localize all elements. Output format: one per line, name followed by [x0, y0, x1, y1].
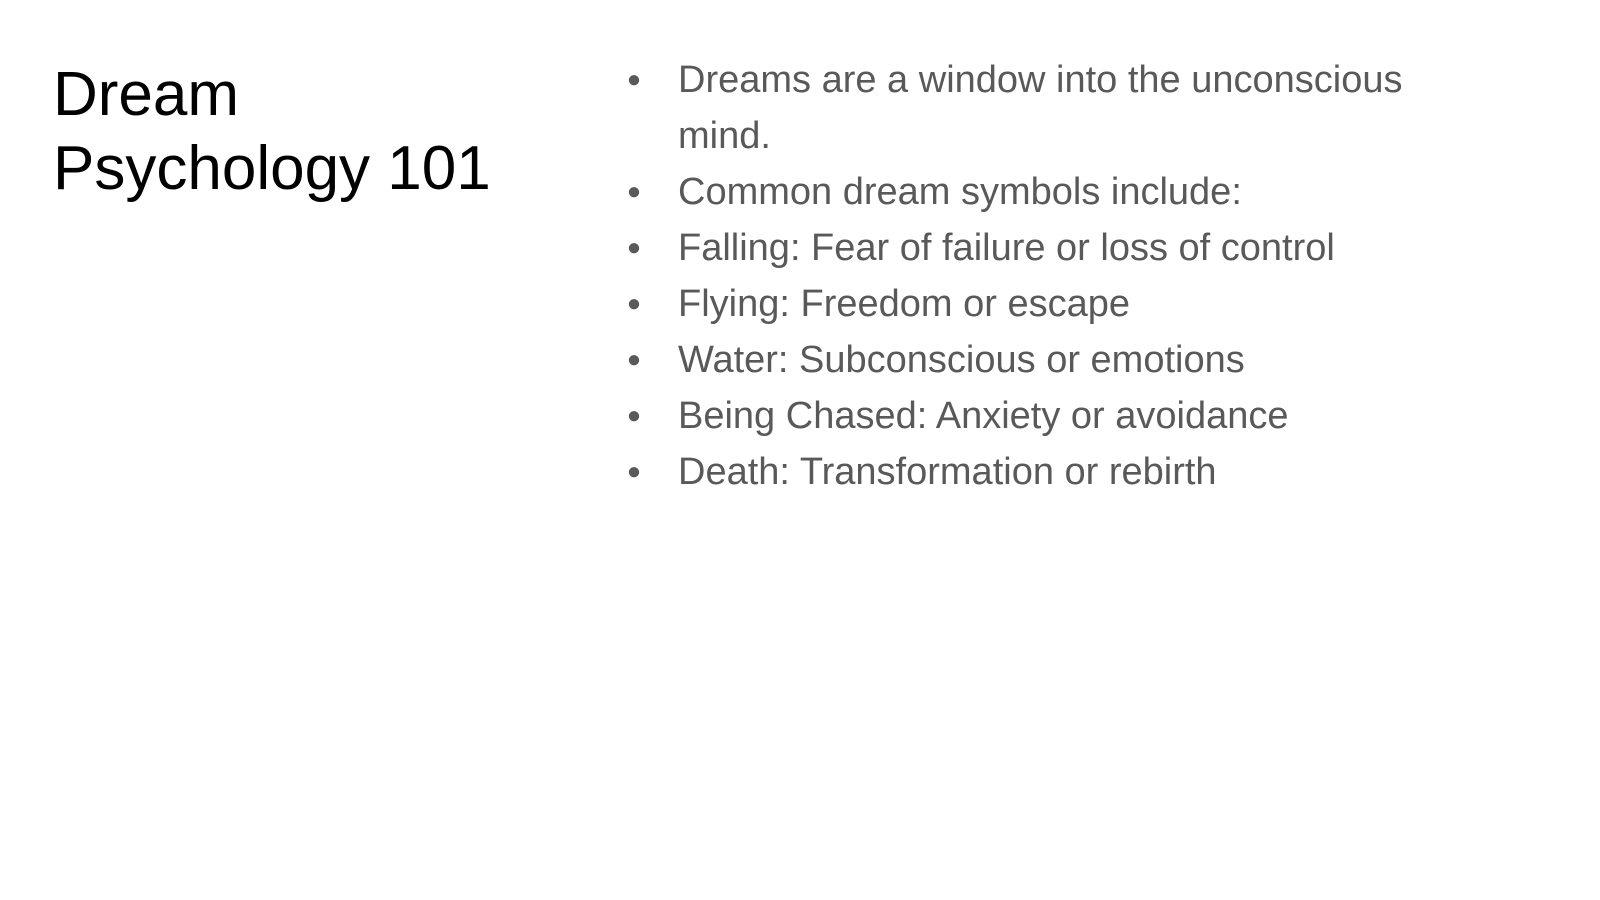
- bullet-text: Falling: Fear of failure or loss of cont…: [678, 227, 1335, 269]
- bullet-text: Dreams are a window into the unconscious…: [678, 59, 1403, 157]
- bullet-text: Flying: Freedom or escape: [678, 283, 1130, 325]
- bullet-text: Common dream symbols include:: [678, 171, 1242, 213]
- bullet-item: ● Death: Transformation or rebirth: [620, 444, 1500, 500]
- bullet-item: ● Falling: Fear of failure or loss of con…: [620, 220, 1500, 276]
- bullet-item: ● Common dream symbols include:: [620, 164, 1500, 220]
- bullet-text: Death: Transformation or rebirth: [678, 451, 1217, 493]
- bullet-dot-icon: ●: [626, 66, 642, 93]
- bullet-list: ● Dreams are a window into the unconsciou…: [620, 52, 1500, 500]
- bullet-dot-icon: ●: [626, 234, 642, 261]
- bullet-item: ● Water: Subconscious or emotions: [620, 332, 1500, 388]
- slide: Dream Psychology 101 ● Dreams are a windo…: [0, 0, 1600, 900]
- bullet-text: Water: Subconscious or emotions: [678, 339, 1245, 381]
- bullet-text: Being Chased: Anxiety or avoidance: [678, 395, 1289, 437]
- bullet-dot-icon: ●: [626, 346, 642, 373]
- slide-title: Dream Psychology 101: [53, 60, 491, 203]
- bullet-item: ● Flying: Freedom or escape: [620, 276, 1500, 332]
- bullet-dot-icon: ●: [626, 290, 642, 317]
- bullet-item: ● Being Chased: Anxiety or avoidance: [620, 388, 1500, 444]
- bullet-item: ● Dreams are a window into the unconsciou…: [620, 52, 1500, 164]
- bullet-dot-icon: ●: [626, 178, 642, 205]
- bullet-dot-icon: ●: [626, 402, 642, 429]
- bullet-dot-icon: ●: [626, 458, 642, 485]
